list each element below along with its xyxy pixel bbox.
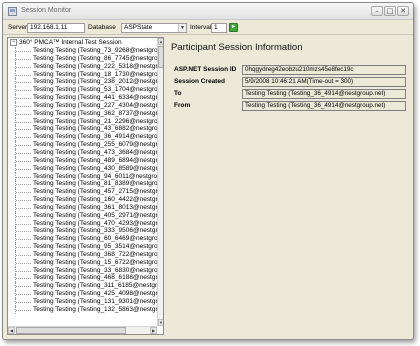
tree-item[interactable]: Testing Testing (Testing_73_9268@nestgro… [8, 47, 157, 55]
session-details-panel: Participant Session Information ASP.NET … [167, 37, 411, 335]
database-label: Database [88, 24, 116, 31]
database-value: ASPState [124, 24, 153, 31]
connection-toolbar: Server 192.168.1.11 Database ASPState ▼ … [3, 21, 413, 35]
tree-item[interactable]: Testing Testing (Testing_33_6830@nestgro… [8, 266, 157, 275]
go-button[interactable]: ▸ [229, 23, 238, 32]
tree-item[interactable]: Testing Testing (Testing_81_8389@nestgro… [8, 180, 157, 189]
session-tree[interactable]: −360° PMCA™ Internal Test Session Testin… [7, 37, 164, 335]
tree-item[interactable]: Testing Testing (Testing_36_4914@nestgro… [8, 133, 157, 141]
tree-item[interactable]: Testing Testing (Testing_227_4304@nestgr… [8, 101, 157, 110]
server-input[interactable]: 192.168.1.11 [27, 23, 85, 33]
tree-item[interactable]: Testing Testing (Testing_222_5318@nestgr… [8, 62, 157, 71]
tree-item[interactable]: Testing Testing (Testing_60_6469@nestgro… [8, 235, 157, 243]
horizontal-scrollbar[interactable]: ◀ ▶ [8, 326, 157, 334]
tree-item[interactable]: Testing Testing (Testing_425_4098@nestgr… [8, 290, 157, 298]
server-value: 192.168.1.11 [30, 24, 68, 31]
database-select[interactable]: ASPState ▼ [121, 23, 187, 33]
session-id-field[interactable]: 0hqgydreg42eobzu210mzs45e8fec19c [242, 65, 406, 75]
tree-item[interactable]: Testing Testing (Testing_86_7745@nestgro… [8, 54, 157, 63]
session-created-row: Session Created 5/9/2008 10:46:21 AM(Tim… [167, 77, 411, 88]
interval-label: Interval [190, 24, 212, 31]
tree-item-list: Testing Testing (Testing_73_9268@nestgro… [8, 47, 157, 314]
from-label: From [174, 102, 191, 109]
session-monitor-window: Session Monitor – □ ✕ Server 192.168.1.1… [2, 2, 414, 340]
tree-item[interactable]: Testing Testing (Testing_21_2296@nestgro… [8, 117, 157, 126]
tree-item[interactable]: Testing Testing (Testing_95_3514@nestgro… [8, 243, 157, 251]
horizontal-scroll-thumb[interactable] [16, 327, 126, 334]
tree-item[interactable]: Testing Testing (Testing_160_4422@nestgr… [8, 196, 157, 204]
tree-item[interactable]: Testing Testing (Testing_132_5863@nestgr… [8, 305, 157, 314]
tree-item[interactable]: Testing Testing (Testing_430_8589@nestgr… [8, 164, 157, 173]
server-label: Server [8, 24, 28, 31]
tree-item[interactable]: Testing Testing (Testing_94_6011@nestgro… [8, 172, 157, 181]
tree-item[interactable]: Testing Testing (Testing_238_2012@nestgr… [8, 78, 157, 87]
tree-item[interactable]: Testing Testing (Testing_18_1730@nestgro… [8, 70, 157, 79]
tree-item[interactable]: Testing Testing (Testing_489_6894@nestgr… [8, 156, 157, 165]
play-icon: ▸ [231, 24, 235, 30]
to-row: To Testing Testing (Testing_36_4914@nest… [167, 89, 411, 100]
title-bar[interactable]: Session Monitor – □ ✕ [3, 3, 413, 20]
collapse-icon[interactable]: − [10, 39, 17, 46]
tree-item[interactable]: Testing Testing (Testing_43_6882@nestgro… [8, 125, 157, 134]
from-row: From Testing Testing (Testing_36_4914@ne… [167, 101, 411, 112]
scroll-down-icon[interactable]: ▼ [158, 319, 163, 326]
tree-item[interactable]: Testing Testing (Testing_441_6334@nestgr… [8, 94, 157, 102]
tree-item[interactable]: Testing Testing (Testing_468_6188@nestgr… [8, 274, 157, 283]
details-heading: Participant Session Information [171, 42, 303, 53]
vertical-scroll-thumb[interactable] [158, 46, 163, 68]
tree-root-node[interactable]: −360° PMCA™ Internal Test Session [10, 39, 122, 47]
tree-root-label: 360° PMCA™ Internal Test Session [19, 39, 122, 47]
tree-item[interactable]: Testing Testing (Testing_405_2971@nestgr… [8, 211, 157, 220]
tree-item[interactable]: Testing Testing (Testing_361_8013@nestgr… [8, 203, 157, 212]
app-icon [8, 7, 17, 16]
scroll-right-icon[interactable]: ▶ [150, 327, 157, 334]
vertical-scrollbar[interactable]: ▲ ▼ [157, 38, 163, 326]
tree-item[interactable]: Testing Testing (Testing_362_8737@nestgr… [8, 109, 157, 118]
session-created-label: Session Created [174, 78, 225, 85]
tree-item[interactable]: Testing Testing (Testing_368_722@nestgro… [8, 250, 157, 259]
interval-input[interactable]: 1 [211, 23, 227, 33]
window-title: Session Monitor [21, 7, 72, 14]
session-id-row: ASP.NET Session ID 0hqgydreg42eobzu210mz… [167, 65, 411, 76]
tree-item[interactable]: Testing Testing (Testing_131_9301@nestgr… [8, 298, 157, 306]
interval-value: 1 [214, 24, 218, 31]
tree-item[interactable]: Testing Testing (Testing_470_4293@nestgr… [8, 219, 157, 228]
from-field[interactable]: Testing Testing (Testing_36_4914@nestgro… [242, 101, 406, 111]
chevron-down-icon[interactable]: ▼ [178, 24, 186, 32]
tree-item[interactable]: Testing Testing (Testing_53_1704@nestgro… [8, 86, 157, 94]
close-button[interactable]: ✕ [397, 6, 409, 16]
to-field[interactable]: Testing Testing (Testing_36_4914@nestgro… [242, 89, 406, 99]
session-created-field[interactable]: 5/9/2008 10:46:21 AM(Time-out = 300) [242, 77, 406, 87]
tree-item[interactable]: Testing Testing (Testing_311_6185@nestgr… [8, 282, 157, 291]
tree-item[interactable]: Testing Testing (Testing_333_9506@nestgr… [8, 227, 157, 236]
scroll-up-icon[interactable]: ▲ [158, 38, 163, 45]
tree-item[interactable]: Testing Testing (Testing_457_2715@nestgr… [8, 188, 157, 196]
scroll-left-icon[interactable]: ◀ [8, 327, 15, 334]
tree-item[interactable]: Testing Testing (Testing_255_6079@nestgr… [8, 141, 157, 149]
maximize-button[interactable]: □ [384, 6, 396, 16]
minimize-button[interactable]: – [371, 6, 383, 16]
tree-item[interactable]: Testing Testing (Testing_473_3684@nestgr… [8, 148, 157, 157]
to-label: To [174, 90, 182, 97]
session-id-label: ASP.NET Session ID [174, 66, 237, 73]
tree-item[interactable]: Testing Testing (Testing_15_6722@nestgro… [8, 258, 157, 267]
